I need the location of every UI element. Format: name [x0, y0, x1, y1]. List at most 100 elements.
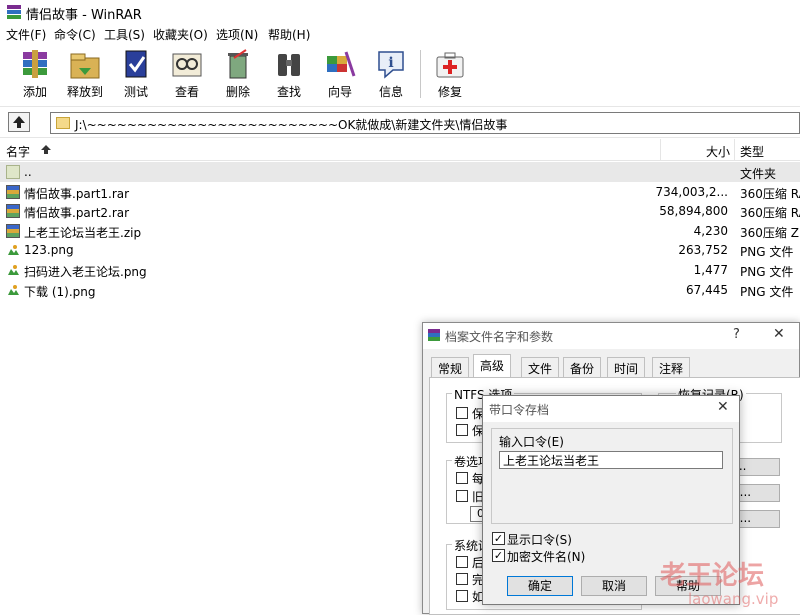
encrypt-names-checkbox[interactable]: ✓ [492, 549, 505, 562]
archive-dialog-title: 档案文件名字和参数 [445, 330, 554, 344]
ok-button[interactable]: 确定 [507, 576, 573, 596]
path-text: J:\~~~~~~~~~~~~~~~~~~~~~~~~~OK就做成\新建文件夹\… [75, 118, 508, 132]
repair-icon [436, 52, 464, 78]
file-type: 360压缩 RA [740, 186, 800, 201]
file-name: 情侣故事.part1.rar [24, 186, 130, 201]
file-row[interactable]: 扫码进入老王论坛.png 1,477 PNG 文件 [0, 260, 800, 280]
file-type: PNG 文件 [740, 284, 794, 299]
column-header: 名字 大小 类型 [0, 139, 800, 161]
ntfs-checkbox[interactable] [456, 407, 468, 419]
up-folder-button[interactable] [8, 112, 30, 132]
toolbar-repair-button[interactable]: 修复 [425, 46, 475, 102]
system-checkbox[interactable] [456, 573, 468, 585]
find-icon [278, 54, 300, 76]
toolbar-separator [420, 50, 421, 98]
file-name: 下载 (1).png [24, 284, 96, 299]
file-row[interactable]: 上老王论坛当老王.zip 4,230 360压缩 ZIP [0, 221, 800, 241]
menu-favorites[interactable]: 收藏夹(O) [153, 26, 208, 43]
file-size: 263,752 [678, 243, 728, 258]
file-row[interactable]: .. 文件夹 [0, 162, 800, 182]
title-bar: 情侣故事 - WinRAR [0, 0, 800, 24]
winrar-app-icon [428, 329, 440, 341]
column-type[interactable]: 类型 [740, 143, 764, 160]
image-file-icon [8, 265, 19, 275]
show-password-label: 显示口令(S) [507, 533, 572, 547]
cancel-button[interactable]: 取消 [581, 576, 647, 596]
file-row[interactable]: 情侣故事.part1.rar 734,003,2... 360压缩 RA [0, 182, 800, 202]
archive-file-icon [6, 204, 20, 219]
folder-icon [56, 117, 70, 129]
archive-dialog-titlebar: 档案文件名字和参数 ? ✕ [423, 323, 799, 349]
file-row[interactable]: 123.png 263,752 PNG 文件 [0, 240, 800, 260]
window-title: 情侣故事 - WinRAR [26, 8, 142, 23]
show-password-checkbox[interactable]: ✓ [492, 532, 505, 545]
toolbar-info-button[interactable]: i 信息 [366, 46, 416, 102]
up-arrow-icon [13, 116, 25, 128]
password-dialog-titlebar: 带口令存档 ✕ [483, 396, 739, 422]
help-icon[interactable]: ? [733, 327, 740, 342]
file-name: 123.png [24, 243, 74, 258]
menu-commands[interactable]: 命令(C) [54, 26, 96, 43]
tab-advanced[interactable]: 高级 [473, 354, 512, 378]
password-label: 输入口令(E) [499, 435, 564, 449]
ntfs-checkbox[interactable] [456, 424, 468, 436]
file-row[interactable]: 下载 (1).png 67,445 PNG 文件 [0, 280, 800, 300]
tab-time[interactable]: 时间 [607, 357, 646, 377]
file-type: 360压缩 ZIP [740, 225, 800, 240]
delete-icon [228, 49, 248, 79]
file-size: 58,894,800 [659, 204, 728, 219]
column-divider[interactable] [660, 139, 661, 161]
add-icon [23, 50, 47, 78]
file-name: .. [24, 165, 32, 179]
close-icon[interactable]: ✕ [717, 399, 729, 415]
encrypt-names-label: 加密文件名(N) [507, 550, 586, 564]
file-type: 360压缩 RA [740, 206, 800, 221]
close-icon[interactable]: ✕ [773, 326, 785, 342]
address-bar: J:\~~~~~~~~~~~~~~~~~~~~~~~~~OK就做成\新建文件夹\… [0, 106, 800, 138]
column-name[interactable]: 名字 [6, 143, 30, 160]
file-type: 文件夹 [740, 167, 777, 181]
menu-help[interactable]: 帮助(H) [268, 26, 310, 43]
path-field[interactable]: J:\~~~~~~~~~~~~~~~~~~~~~~~~~OK就做成\新建文件夹\… [50, 112, 800, 134]
menu-bar: 文件(F) 命令(C) 工具(S) 收藏夹(O) 选项(N) 帮助(H) [0, 24, 800, 44]
image-file-icon [8, 284, 19, 295]
svg-text:i: i [388, 55, 393, 71]
tab-backup[interactable]: 备份 [563, 357, 602, 377]
wizard-icon [327, 51, 356, 77]
toolbar-view-button[interactable]: 查看 [162, 46, 212, 102]
password-input[interactable] [499, 451, 723, 469]
toolbar-add-button[interactable]: 添加 [10, 46, 60, 102]
menu-options[interactable]: 选项(N) [216, 26, 258, 43]
watermark-text: 老王论坛 [660, 561, 765, 591]
file-size: 4,230 [693, 223, 728, 238]
archive-file-icon [6, 184, 20, 199]
volume-checkbox[interactable] [456, 490, 468, 502]
image-file-icon [8, 245, 19, 256]
password-dialog-title: 带口令存档 [489, 403, 550, 417]
column-divider[interactable] [734, 139, 735, 161]
tab-comment[interactable]: 注释 [652, 357, 691, 377]
toolbar-test-button[interactable]: 测试 [111, 46, 161, 102]
toolbar-delete-button[interactable]: 删除 [213, 46, 263, 102]
menu-tools[interactable]: 工具(S) [104, 26, 145, 43]
system-checkbox[interactable] [456, 556, 468, 568]
menu-file[interactable]: 文件(F) [6, 26, 46, 43]
toolbar-extract-button[interactable]: 释放到 [60, 46, 110, 102]
file-name: 扫码进入老王论坛.png [24, 265, 147, 279]
system-checkbox[interactable] [456, 590, 468, 602]
file-type: PNG 文件 [740, 265, 794, 279]
volume-checkbox[interactable] [456, 472, 468, 484]
watermark-url: laowang.vip [688, 590, 779, 608]
toolbar-wizard-button[interactable]: 向导 [315, 46, 365, 102]
file-row[interactable]: 情侣故事.part2.rar 58,894,800 360压缩 RA [0, 201, 800, 221]
tab-general[interactable]: 常规 [431, 357, 470, 377]
column-size[interactable]: 大小 [706, 143, 730, 160]
toolbar-find-button[interactable]: 查找 [264, 46, 314, 102]
file-name: 上老王论坛当老王.zip [24, 225, 142, 240]
file-type: PNG 文件 [740, 245, 794, 260]
view-icon [172, 53, 202, 77]
tab-files[interactable]: 文件 [521, 357, 560, 377]
info-icon: i [378, 51, 404, 79]
toolbar: 添加 释放到 测试 查看 删除 查找 向导 i 信息 修复 [0, 44, 800, 104]
extract-icon [70, 53, 100, 79]
